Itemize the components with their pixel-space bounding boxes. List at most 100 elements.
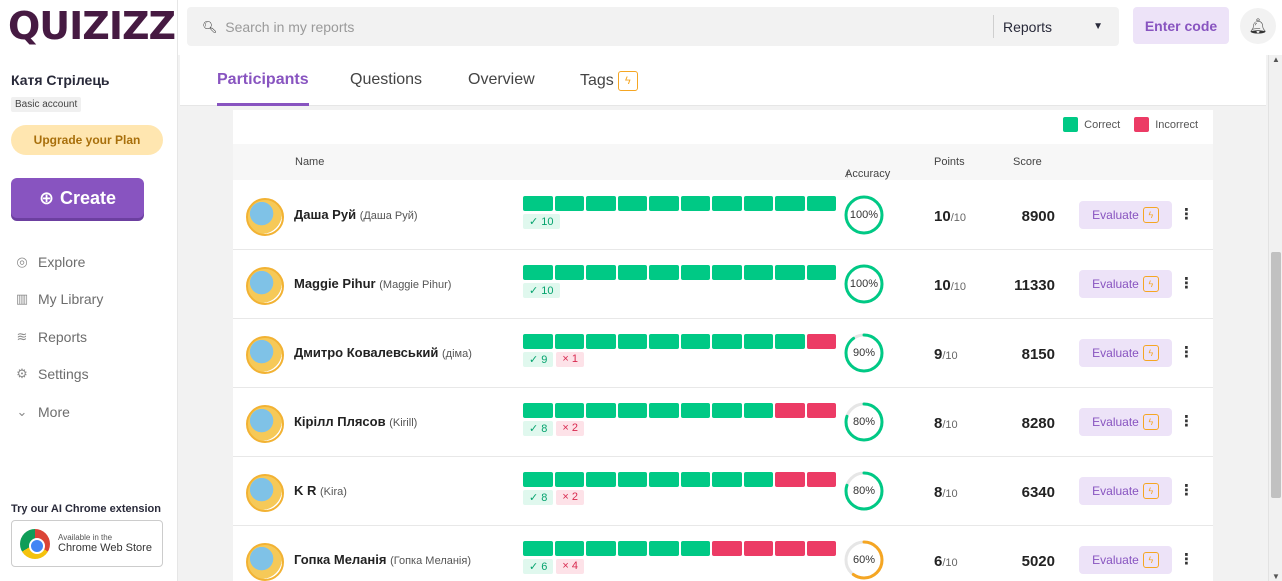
correct-answer-segment[interactable] bbox=[712, 265, 742, 280]
report-type-select[interactable]: Reports ▼ bbox=[1003, 7, 1113, 46]
participant-name[interactable]: K R (Kira) bbox=[294, 483, 347, 498]
more-options-icon[interactable]: ⋮ bbox=[1179, 548, 1194, 572]
tab-overview[interactable]: Overview bbox=[468, 71, 535, 106]
evaluate-button[interactable]: Evaluate ϟ bbox=[1079, 546, 1172, 574]
correct-answer-segment[interactable] bbox=[775, 196, 805, 211]
correct-answer-segment[interactable] bbox=[775, 265, 805, 280]
correct-answer-segment[interactable] bbox=[586, 265, 616, 280]
sidebar-item-explore[interactable]: ◎ Explore bbox=[14, 243, 103, 281]
evaluate-button[interactable]: Evaluate ϟ bbox=[1079, 408, 1172, 436]
correct-answer-segment[interactable] bbox=[743, 265, 773, 280]
correct-answer-segment[interactable] bbox=[523, 403, 553, 418]
enter-code-button[interactable]: Enter code bbox=[1133, 7, 1229, 44]
header-score[interactable]: Score bbox=[1013, 156, 1042, 168]
correct-answer-segment[interactable] bbox=[554, 265, 584, 280]
evaluate-button[interactable]: Evaluate ϟ bbox=[1079, 477, 1172, 505]
incorrect-answer-segment[interactable] bbox=[743, 541, 773, 556]
table-row[interactable]: Maggie Pihur (Maggie Pihur) ✓ 10 100% 10/10… bbox=[233, 250, 1213, 319]
correct-answer-segment[interactable] bbox=[649, 265, 679, 280]
more-options-icon[interactable]: ⋮ bbox=[1179, 479, 1194, 503]
correct-answer-segment[interactable] bbox=[680, 196, 710, 211]
upgrade-plan-button[interactable]: Upgrade your Plan bbox=[11, 125, 163, 155]
correct-answer-segment[interactable] bbox=[617, 334, 647, 349]
correct-answer-segment[interactable] bbox=[617, 403, 647, 418]
correct-answer-segment[interactable] bbox=[649, 541, 679, 556]
evaluate-button[interactable]: Evaluate ϟ bbox=[1079, 270, 1172, 298]
table-row[interactable]: Даша Руй (Даша Руй) ✓ 10 100% 10/10 8900 Eval… bbox=[233, 181, 1213, 250]
scrollbar[interactable]: ▲ ▼ bbox=[1268, 55, 1282, 581]
incorrect-answer-segment[interactable] bbox=[712, 541, 742, 556]
correct-answer-segment[interactable] bbox=[649, 472, 679, 487]
correct-answer-segment[interactable] bbox=[649, 196, 679, 211]
correct-answer-segment[interactable] bbox=[680, 541, 710, 556]
tab-participants[interactable]: Participants bbox=[217, 71, 309, 106]
correct-answer-segment[interactable] bbox=[617, 541, 647, 556]
participant-name[interactable]: Даша Руй (Даша Руй) bbox=[294, 207, 418, 222]
incorrect-answer-segment[interactable] bbox=[806, 541, 836, 556]
incorrect-answer-segment[interactable] bbox=[806, 472, 836, 487]
sidebar-item-more[interactable]: ⌄ More bbox=[14, 393, 103, 431]
sidebar-item-my-library[interactable]: ▥ My Library bbox=[14, 281, 104, 319]
more-options-icon[interactable]: ⋮ bbox=[1179, 203, 1194, 227]
correct-answer-segment[interactable] bbox=[712, 403, 742, 418]
correct-answer-segment[interactable] bbox=[680, 265, 710, 280]
correct-answer-segment[interactable] bbox=[617, 472, 647, 487]
table-row[interactable]: K R (Kira) ✓ 8 × 2 80% 8/10 6340 Evaluate ϟ ⋮ bbox=[233, 457, 1213, 526]
correct-answer-segment[interactable] bbox=[617, 265, 647, 280]
correct-answer-segment[interactable] bbox=[523, 472, 553, 487]
evaluate-button[interactable]: Evaluate ϟ bbox=[1079, 201, 1172, 229]
create-button[interactable]: ⊕ Create bbox=[11, 178, 144, 218]
correct-answer-segment[interactable] bbox=[743, 196, 773, 211]
scroll-down-arrow-icon[interactable]: ▼ bbox=[1272, 572, 1280, 581]
table-row[interactable]: Гопка Меланія (Гопка Меланія) ✓ 6 × 4 60% 6/… bbox=[233, 526, 1213, 581]
correct-answer-segment[interactable] bbox=[586, 196, 616, 211]
correct-answer-segment[interactable] bbox=[586, 472, 616, 487]
correct-answer-segment[interactable] bbox=[680, 472, 710, 487]
correct-answer-segment[interactable] bbox=[554, 403, 584, 418]
header-points[interactable]: Points bbox=[934, 156, 965, 168]
chrome-web-store-badge[interactable]: Available in the Chrome Web Store bbox=[11, 520, 163, 567]
correct-answer-segment[interactable] bbox=[586, 541, 616, 556]
correct-answer-segment[interactable] bbox=[523, 265, 553, 280]
correct-answer-segment[interactable] bbox=[586, 403, 616, 418]
incorrect-answer-segment[interactable] bbox=[806, 403, 836, 418]
correct-answer-segment[interactable] bbox=[523, 334, 553, 349]
correct-answer-segment[interactable] bbox=[523, 196, 553, 211]
correct-answer-segment[interactable] bbox=[712, 334, 742, 349]
correct-answer-segment[interactable] bbox=[554, 541, 584, 556]
evaluate-button[interactable]: Evaluate ϟ bbox=[1079, 339, 1172, 367]
header-name[interactable]: Name bbox=[295, 156, 324, 168]
correct-answer-segment[interactable] bbox=[523, 541, 553, 556]
correct-answer-segment[interactable] bbox=[554, 196, 584, 211]
participant-name[interactable]: Кірілл Плясов (Kirill) bbox=[294, 414, 417, 429]
tab-questions[interactable]: Questions bbox=[350, 71, 422, 106]
correct-answer-segment[interactable] bbox=[743, 334, 773, 349]
incorrect-answer-segment[interactable] bbox=[775, 541, 805, 556]
correct-answer-segment[interactable] bbox=[806, 196, 836, 211]
correct-answer-segment[interactable] bbox=[775, 334, 805, 349]
correct-answer-segment[interactable] bbox=[554, 472, 584, 487]
correct-answer-segment[interactable] bbox=[586, 334, 616, 349]
correct-answer-segment[interactable] bbox=[554, 334, 584, 349]
table-row[interactable]: Дмитро Ковалевський (діма) ✓ 9 × 1 90% 9/10 8… bbox=[233, 319, 1213, 388]
more-options-icon[interactable]: ⋮ bbox=[1179, 341, 1194, 365]
search-input[interactable] bbox=[225, 18, 986, 35]
tab-tags[interactable]: Tags ϟ bbox=[580, 71, 638, 106]
correct-answer-segment[interactable] bbox=[743, 472, 773, 487]
table-row[interactable]: Кірілл Плясов (Kirill) ✓ 8 × 2 80% 8/10 8280 E… bbox=[233, 388, 1213, 457]
incorrect-answer-segment[interactable] bbox=[775, 472, 805, 487]
correct-answer-segment[interactable] bbox=[743, 403, 773, 418]
correct-answer-segment[interactable] bbox=[680, 403, 710, 418]
sidebar-item-reports[interactable]: ≋ Reports bbox=[14, 318, 103, 356]
incorrect-answer-segment[interactable] bbox=[775, 403, 805, 418]
more-options-icon[interactable]: ⋮ bbox=[1179, 272, 1194, 296]
participant-name[interactable]: Дмитро Ковалевський (діма) bbox=[294, 345, 472, 360]
correct-answer-segment[interactable] bbox=[649, 334, 679, 349]
participant-name[interactable]: Maggie Pihur (Maggie Pihur) bbox=[294, 276, 451, 291]
correct-answer-segment[interactable] bbox=[680, 334, 710, 349]
more-options-icon[interactable]: ⋮ bbox=[1179, 410, 1194, 434]
correct-answer-segment[interactable] bbox=[712, 196, 742, 211]
scroll-up-arrow-icon[interactable]: ▲ bbox=[1272, 55, 1280, 64]
participant-name[interactable]: Гопка Меланія (Гопка Меланія) bbox=[294, 552, 471, 567]
sidebar-item-settings[interactable]: ⚙ Settings bbox=[14, 356, 103, 394]
